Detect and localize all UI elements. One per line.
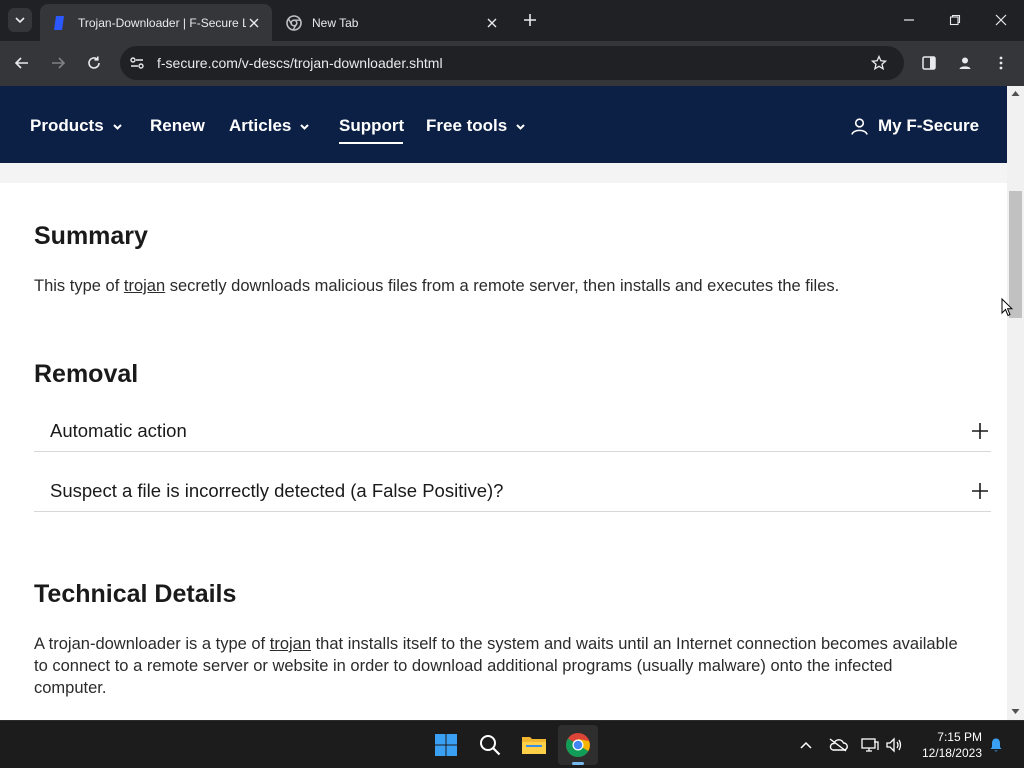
page-viewport: Products Renew Articles Support Free too… bbox=[0, 86, 1024, 720]
summary-heading: Summary bbox=[34, 222, 148, 250]
chevron-up-icon bbox=[800, 741, 812, 749]
volume-tray-icon[interactable] bbox=[884, 735, 904, 755]
onedrive-tray-icon[interactable] bbox=[828, 735, 848, 755]
url-text[interactable]: f-secure.com/v-descs/trojan-downloader.s… bbox=[157, 55, 443, 71]
reload-icon bbox=[88, 56, 100, 69]
tab-new-tab[interactable]: New Tab bbox=[274, 4, 510, 41]
nav-support[interactable]: Support bbox=[339, 115, 404, 137]
search-taskbar-button[interactable] bbox=[470, 725, 510, 765]
nav-articles[interactable]: Articles bbox=[229, 115, 310, 137]
new-tab-button[interactable] bbox=[518, 8, 542, 32]
search-icon bbox=[480, 735, 501, 756]
nav-label: Free tools bbox=[426, 116, 508, 135]
speaker-icon bbox=[886, 737, 902, 753]
chrome-menu-button[interactable] bbox=[987, 49, 1015, 77]
technical-details-heading: Technical Details bbox=[34, 580, 237, 608]
file-explorer-button[interactable] bbox=[514, 725, 554, 765]
nav-label: Articles bbox=[229, 116, 292, 135]
my-fsecure-link[interactable]: My F-Secure bbox=[850, 115, 979, 137]
nav-products[interactable]: Products bbox=[30, 115, 123, 137]
trojan-link[interactable]: trojan bbox=[124, 277, 165, 295]
plus-icon bbox=[524, 14, 536, 26]
accordion-automatic-action[interactable]: Automatic action bbox=[34, 392, 991, 452]
tab-search-button[interactable] bbox=[8, 8, 32, 32]
summary-text: This type of trojan secretly downloads m… bbox=[34, 275, 974, 297]
clock-time: 7:15 PM bbox=[937, 730, 982, 744]
network-tray-icon[interactable] bbox=[860, 735, 880, 755]
scroll-up-arrow-icon[interactable] bbox=[1011, 90, 1020, 97]
close-icon bbox=[995, 14, 1007, 26]
reload-button[interactable] bbox=[80, 49, 108, 77]
browser-tab-strip: Trojan-Downloader | F-Secure L New Tab bbox=[0, 0, 1024, 41]
accordion-false-positive[interactable]: Suspect a file is incorrectly detected (… bbox=[34, 452, 991, 512]
plus-icon bbox=[972, 423, 988, 439]
forward-button[interactable] bbox=[44, 49, 72, 77]
summary-text-part: secretly downloads malicious files from … bbox=[165, 277, 840, 295]
tab-close-icon[interactable] bbox=[484, 15, 500, 31]
browser-toolbar: f-secure.com/v-descs/trojan-downloader.s… bbox=[0, 41, 1024, 86]
cloud-off-icon bbox=[829, 738, 848, 752]
address-bar[interactable]: f-secure.com/v-descs/trojan-downloader.s… bbox=[120, 46, 904, 80]
page-scrollbar[interactable] bbox=[1007, 86, 1024, 720]
chevron-down-icon bbox=[15, 17, 25, 24]
start-button[interactable] bbox=[426, 725, 466, 765]
scroll-down-arrow-icon[interactable] bbox=[1011, 708, 1020, 715]
active-app-indicator bbox=[572, 762, 584, 765]
chrome-icon bbox=[566, 733, 590, 758]
tab-title: Trojan-Downloader | F-Secure L bbox=[78, 15, 246, 30]
clock-date: 12/18/2023 bbox=[921, 746, 982, 760]
nav-label: Renew bbox=[150, 116, 205, 135]
kebab-menu-icon bbox=[999, 56, 1003, 70]
bookmark-star-icon[interactable] bbox=[870, 54, 888, 76]
back-button[interactable] bbox=[8, 49, 36, 77]
windows-logo-icon bbox=[435, 734, 457, 756]
tab-title: New Tab bbox=[312, 15, 359, 30]
folder-icon bbox=[522, 737, 546, 754]
chevron-down-icon bbox=[300, 123, 310, 130]
arrow-right-icon bbox=[52, 57, 66, 69]
minimize-icon bbox=[904, 19, 914, 21]
taskbar-clock[interactable]: 7:15 PM 12/18/2023 bbox=[912, 729, 982, 761]
bell-icon bbox=[990, 738, 1002, 752]
nav-label: Support bbox=[339, 116, 405, 135]
side-panel-icon bbox=[922, 56, 936, 70]
technical-text-part: A trojan-downloader is a type of bbox=[34, 635, 270, 653]
network-icon bbox=[861, 738, 879, 752]
close-window-button[interactable] bbox=[978, 0, 1024, 40]
arrow-left-icon bbox=[14, 57, 28, 69]
chrome-favicon-icon bbox=[286, 14, 302, 31]
trojan-link[interactable]: trojan bbox=[270, 635, 311, 653]
tray-overflow-button[interactable] bbox=[796, 735, 816, 755]
windows-taskbar: 7:15 PM 12/18/2023 bbox=[0, 720, 1024, 768]
accordion-label: Suspect a file is incorrectly detected (… bbox=[50, 480, 504, 501]
chevron-down-icon bbox=[516, 123, 525, 130]
nav-renew[interactable]: Renew bbox=[150, 115, 205, 137]
site-info-icon[interactable] bbox=[129, 55, 145, 76]
removal-heading: Removal bbox=[34, 360, 139, 388]
summary-text-part: This type of bbox=[34, 277, 124, 295]
chevron-down-icon bbox=[112, 123, 122, 130]
tab-close-icon[interactable] bbox=[246, 15, 262, 31]
profile-icon bbox=[959, 57, 971, 69]
restore-icon bbox=[949, 14, 961, 26]
site-navbar: Products Renew Articles Support Free too… bbox=[0, 86, 1007, 163]
active-nav-indicator bbox=[339, 142, 403, 144]
technical-details-text: A trojan-downloader is a type of trojan … bbox=[34, 633, 969, 699]
notifications-button[interactable] bbox=[986, 735, 1006, 755]
minimize-button[interactable] bbox=[886, 0, 932, 40]
side-panel-button[interactable] bbox=[915, 49, 943, 77]
mouse-cursor-icon bbox=[1001, 298, 1013, 317]
nav-free-tools[interactable]: Free tools bbox=[426, 115, 526, 137]
user-icon bbox=[851, 117, 868, 135]
plus-icon bbox=[972, 483, 988, 499]
profile-button[interactable] bbox=[951, 49, 979, 77]
nav-label: Products bbox=[30, 116, 104, 135]
nav-spacer bbox=[0, 163, 1007, 183]
accordion-label: Automatic action bbox=[50, 420, 187, 441]
fsecure-favicon-icon bbox=[54, 15, 64, 30]
chrome-taskbar-button[interactable] bbox=[558, 725, 598, 765]
tab-trojan-downloader[interactable]: Trojan-Downloader | F-Secure L bbox=[40, 4, 272, 41]
restore-button[interactable] bbox=[932, 0, 978, 40]
account-label: My F-Secure bbox=[878, 116, 980, 135]
